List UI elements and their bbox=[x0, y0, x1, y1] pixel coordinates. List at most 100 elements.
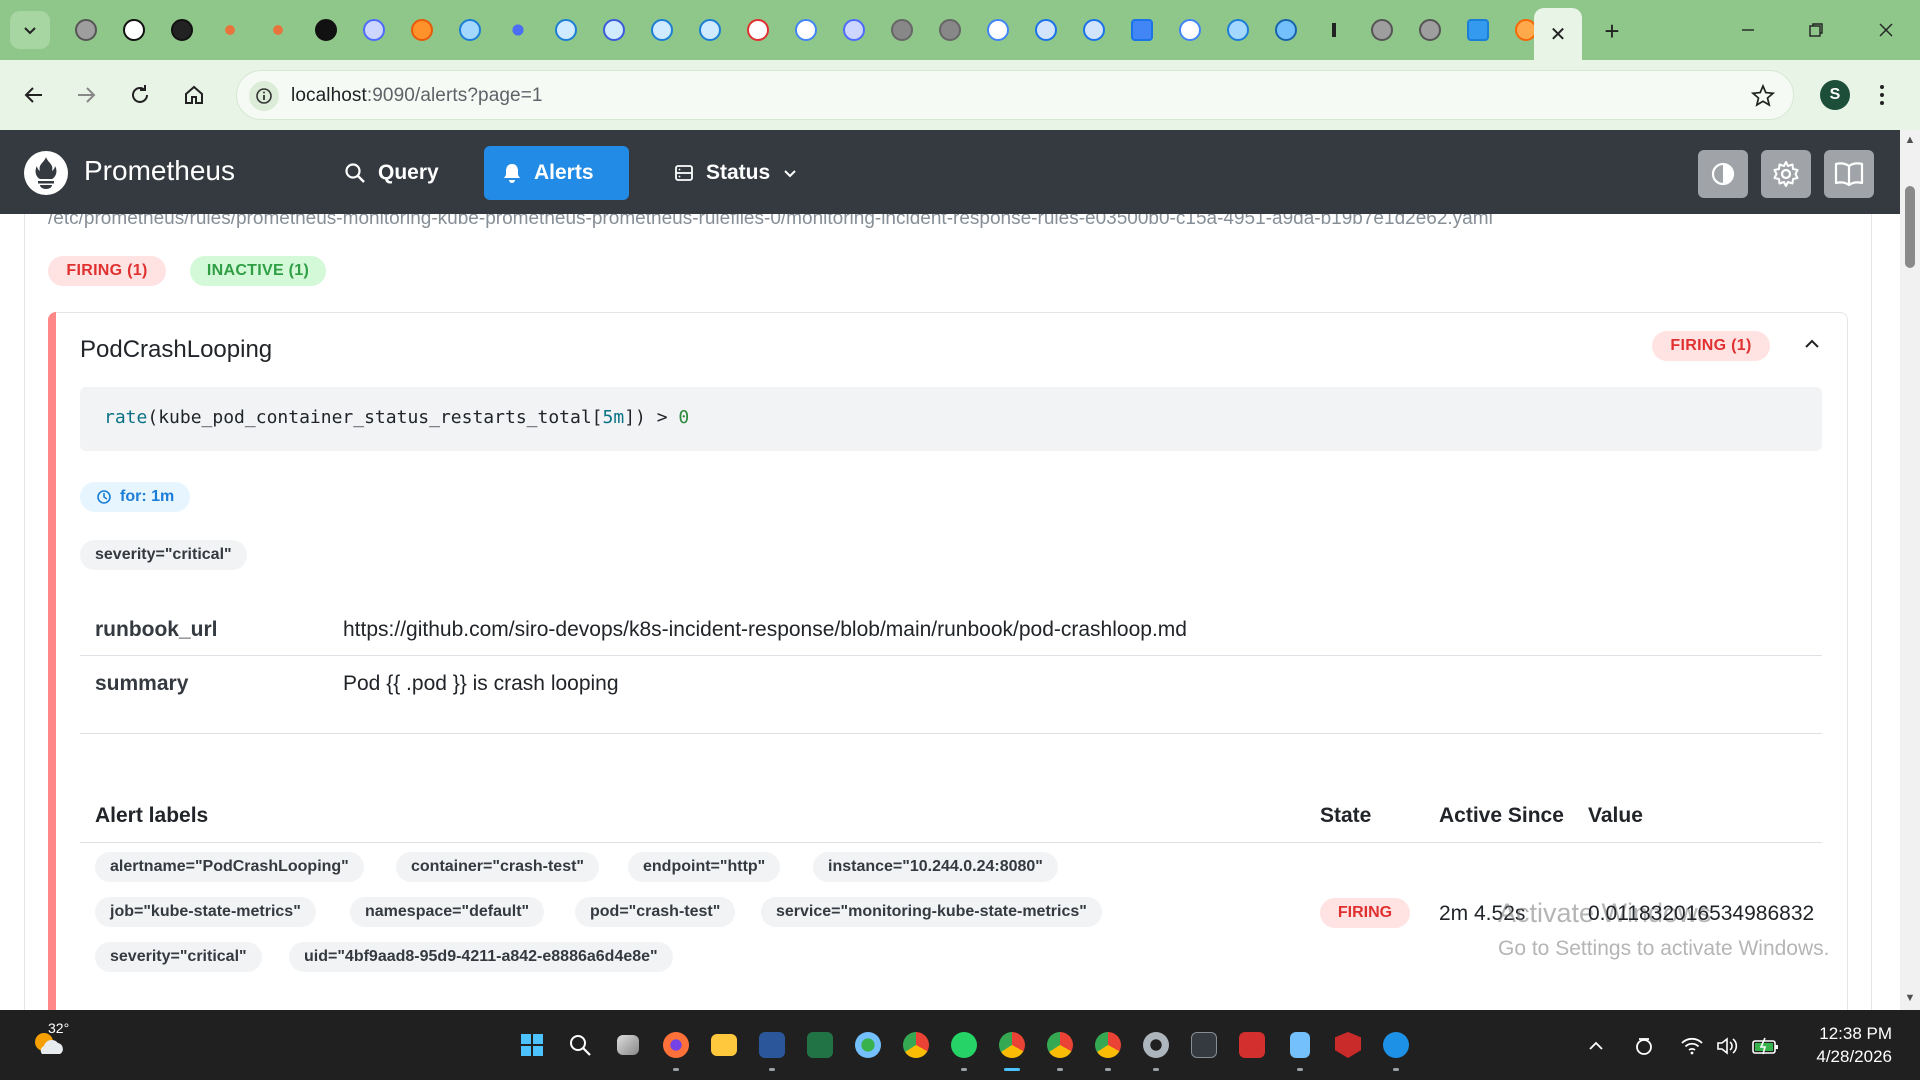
taskbar-whatsapp[interactable] bbox=[940, 1025, 988, 1071]
nav-alerts[interactable]: Alerts bbox=[484, 146, 629, 200]
nav-status-dropdown[interactable]: Status bbox=[656, 146, 816, 200]
tab-favicon-docs-2[interactable] bbox=[1070, 14, 1118, 46]
tab-favicon-chatgpt[interactable] bbox=[110, 14, 158, 46]
tray-app-icon[interactable] bbox=[1630, 1032, 1658, 1060]
tab-favicon-google[interactable] bbox=[782, 14, 830, 46]
forward-button[interactable] bbox=[68, 77, 104, 113]
scroll-down-arrow[interactable]: ▼ bbox=[1904, 992, 1916, 1004]
tab-favicon-c3[interactable] bbox=[638, 14, 686, 46]
taskbar-notepad[interactable] bbox=[1276, 1025, 1324, 1071]
address-bar[interactable]: localhost:9090/alerts?page=1 bbox=[236, 70, 1794, 120]
taskbar-chrome[interactable] bbox=[892, 1025, 940, 1065]
tab-favicon-openai[interactable] bbox=[302, 14, 350, 46]
task-view-button[interactable] bbox=[604, 1025, 652, 1065]
system-clock[interactable]: 12:38 PM 4/28/2026 bbox=[1800, 1022, 1892, 1068]
taskbar-word[interactable] bbox=[748, 1025, 796, 1071]
weather-temperature: 32° bbox=[48, 1020, 70, 1036]
tab-favicon-docker-3[interactable] bbox=[1454, 14, 1502, 46]
nav-query[interactable]: Query bbox=[326, 146, 457, 200]
tab-favicon-chrome-2[interactable] bbox=[1358, 14, 1406, 46]
tab-favicon-chrome-3[interactable] bbox=[1406, 14, 1454, 46]
taskbar-mcafee[interactable] bbox=[1324, 1025, 1372, 1065]
taskbar-excel[interactable] bbox=[796, 1025, 844, 1065]
site-info-icon[interactable] bbox=[249, 81, 279, 111]
start-button[interactable] bbox=[508, 1025, 556, 1065]
theme-toggle-button[interactable] bbox=[1698, 150, 1748, 198]
new-tab-button[interactable]: + bbox=[1596, 15, 1628, 47]
tab-favicon-app[interactable] bbox=[398, 14, 446, 46]
clock-date: 4/28/2026 bbox=[1816, 1047, 1892, 1066]
taskbar-chrome-3[interactable] bbox=[1084, 1025, 1132, 1071]
tab-favicon-docs-3[interactable] bbox=[1118, 14, 1166, 46]
tab-favicon-gemini[interactable] bbox=[494, 14, 542, 46]
chevron-down-icon bbox=[784, 170, 796, 178]
tab-favicon-docker-2[interactable] bbox=[1214, 14, 1262, 46]
tab-favicon-docker[interactable] bbox=[446, 14, 494, 46]
tab-favicon-globe-2[interactable] bbox=[926, 14, 974, 46]
group-inactive-filter-badge[interactable]: INACTIVE (1) bbox=[190, 256, 326, 286]
taskbar-docker[interactable] bbox=[1372, 1025, 1420, 1071]
page-scrollbar[interactable]: ▲ ▼ bbox=[1900, 130, 1920, 1010]
home-button[interactable] bbox=[176, 77, 212, 113]
battery-charging-icon[interactable] bbox=[1752, 1032, 1780, 1060]
annotation-value: Pod {{ .pod }} is crash looping bbox=[343, 672, 619, 695]
active-tab[interactable]: ✕ bbox=[1534, 8, 1582, 60]
tab-favicon-gmail[interactable] bbox=[734, 14, 782, 46]
tray-overflow-chevron-icon[interactable] bbox=[1582, 1032, 1610, 1060]
taskbar-file-explorer[interactable] bbox=[700, 1025, 748, 1065]
tab-favicon-deepseek[interactable] bbox=[350, 14, 398, 46]
tab-favicon-google-3[interactable] bbox=[1166, 14, 1214, 46]
reload-button[interactable] bbox=[122, 77, 158, 113]
home-icon bbox=[185, 85, 203, 104]
tab-favicon-c4[interactable] bbox=[686, 14, 734, 46]
taskbar-search-button[interactable] bbox=[556, 1025, 604, 1065]
tab-favicon-claude[interactable] bbox=[206, 14, 254, 46]
group-firing-filter-badge[interactable]: FIRING (1) bbox=[48, 256, 166, 286]
close-window-button[interactable] bbox=[1866, 12, 1906, 48]
app-brand[interactable]: Prometheus bbox=[84, 155, 235, 187]
tab-favicon-chrome[interactable] bbox=[62, 14, 110, 46]
tab-search-button[interactable] bbox=[10, 11, 50, 49]
prometheus-logo-icon[interactable] bbox=[24, 151, 68, 195]
scrollbar-thumb[interactable] bbox=[1905, 186, 1915, 268]
tab-favicon-google-2[interactable] bbox=[974, 14, 1022, 46]
taskbar-chrome-2[interactable] bbox=[1036, 1025, 1084, 1071]
taskbar-acrobat[interactable] bbox=[1228, 1025, 1276, 1065]
browser-toolbar: localhost:9090/alerts?page=1 S bbox=[0, 60, 1920, 130]
taskbar-settings[interactable] bbox=[1132, 1025, 1180, 1071]
tab-favicon-perplexity[interactable] bbox=[158, 14, 206, 46]
settings-button[interactable] bbox=[1761, 150, 1811, 198]
tab-favicon-docs[interactable] bbox=[1022, 14, 1070, 46]
download-icon[interactable] bbox=[1310, 14, 1358, 46]
taskbar-chrome-active[interactable] bbox=[988, 1025, 1036, 1071]
profile-avatar[interactable]: S bbox=[1820, 80, 1850, 110]
restore-button[interactable] bbox=[1796, 12, 1836, 48]
volume-icon[interactable] bbox=[1714, 1032, 1742, 1060]
minimize-button[interactable] bbox=[1728, 12, 1768, 48]
column-header-value: Value bbox=[1588, 804, 1643, 827]
scroll-up-arrow[interactable]: ▲ bbox=[1904, 134, 1916, 146]
alert-label-pill: alertname="PodCrashLooping" bbox=[95, 852, 364, 882]
annotations-bottom-border bbox=[80, 733, 1822, 734]
close-tab-icon[interactable]: ✕ bbox=[1550, 22, 1567, 47]
pinned-tabs bbox=[62, 14, 1550, 46]
rule-name[interactable]: PodCrashLooping bbox=[80, 336, 272, 364]
tab-favicon-deepseek-2[interactable] bbox=[830, 14, 878, 46]
bell-icon bbox=[504, 164, 520, 183]
back-button[interactable] bbox=[16, 77, 52, 113]
browser-menu-icon[interactable] bbox=[1872, 80, 1892, 110]
collapse-rule-button[interactable] bbox=[1798, 330, 1826, 358]
tab-favicon-globe[interactable] bbox=[878, 14, 926, 46]
tab-favicon-fingerprint[interactable] bbox=[1262, 14, 1310, 46]
documentation-button[interactable] bbox=[1824, 150, 1874, 198]
taskbar-globe-app[interactable] bbox=[844, 1025, 892, 1065]
alert-label-pill: uid="4bf9aad8-95d9-4211-a842-e8886a6d4e8… bbox=[289, 942, 673, 972]
tab-favicon-claude-2[interactable] bbox=[254, 14, 302, 46]
tab-favicon-c1[interactable] bbox=[542, 14, 590, 46]
bookmark-star-icon[interactable] bbox=[1750, 83, 1776, 113]
taskbar-terminal[interactable] bbox=[1180, 1025, 1228, 1065]
url-text[interactable]: localhost:9090/alerts?page=1 bbox=[291, 85, 543, 107]
tab-favicon-c2[interactable] bbox=[590, 14, 638, 46]
wifi-icon[interactable] bbox=[1678, 1032, 1706, 1060]
taskbar-firefox[interactable] bbox=[652, 1025, 700, 1071]
